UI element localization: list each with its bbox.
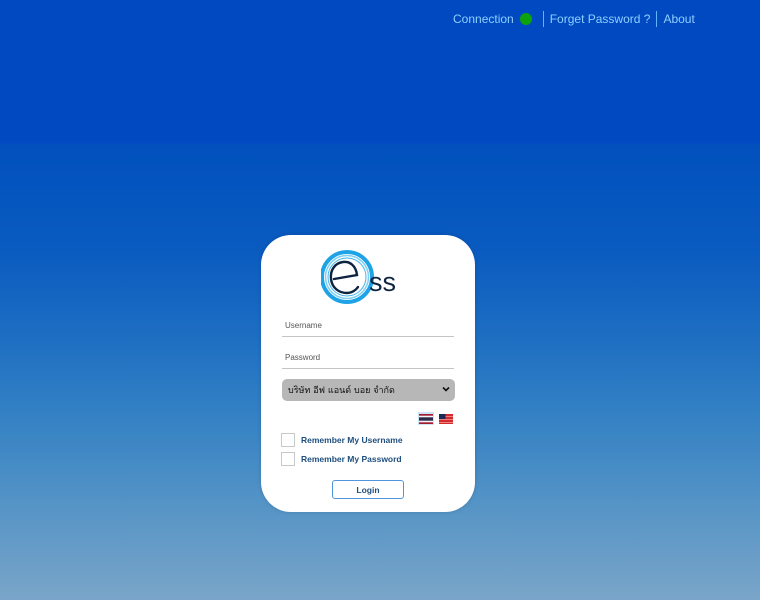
- nav-divider: [656, 11, 658, 27]
- login-button[interactable]: Login: [332, 480, 404, 499]
- connection-status-icon: [519, 13, 532, 25]
- forget-password-link[interactable]: Forget Password ?: [550, 12, 651, 26]
- chevron-down-icon: [442, 386, 450, 392]
- remember-password-label[interactable]: Remember My Password: [301, 454, 402, 464]
- company-select[interactable]: บริษัท อีฟ แอนด์ บอย จำกัด: [282, 379, 455, 401]
- login-card: ss บริษัท อีฟ แอนด์ บอย จำกัด: [261, 235, 475, 512]
- logo-text: ss: [369, 267, 396, 297]
- about-link[interactable]: About: [663, 12, 694, 26]
- company-select-value: บริษัท อีฟ แอนด์ บอย จำกัด: [288, 386, 395, 396]
- remember-username-row: Remember My Username: [281, 433, 403, 447]
- username-input[interactable]: [282, 315, 454, 337]
- us-flag-icon: [439, 413, 453, 424]
- connection-link[interactable]: Connection: [453, 12, 514, 26]
- ess-logo: ss: [320, 249, 416, 305]
- nav-divider: [542, 11, 544, 27]
- thai-flag-button[interactable]: [418, 412, 434, 425]
- thai-flag-icon: [419, 413, 433, 424]
- remember-username-checkbox[interactable]: [281, 433, 295, 447]
- remember-password-checkbox[interactable]: [281, 452, 295, 466]
- ess-logo-icon: ss: [320, 250, 396, 304]
- top-nav: Connection Forget Password ? About: [453, 11, 695, 27]
- us-flag-button[interactable]: [438, 412, 454, 425]
- remember-password-row: Remember My Password: [281, 452, 402, 466]
- remember-username-label[interactable]: Remember My Username: [301, 435, 403, 445]
- password-input[interactable]: [282, 347, 454, 369]
- language-switcher: [418, 412, 454, 425]
